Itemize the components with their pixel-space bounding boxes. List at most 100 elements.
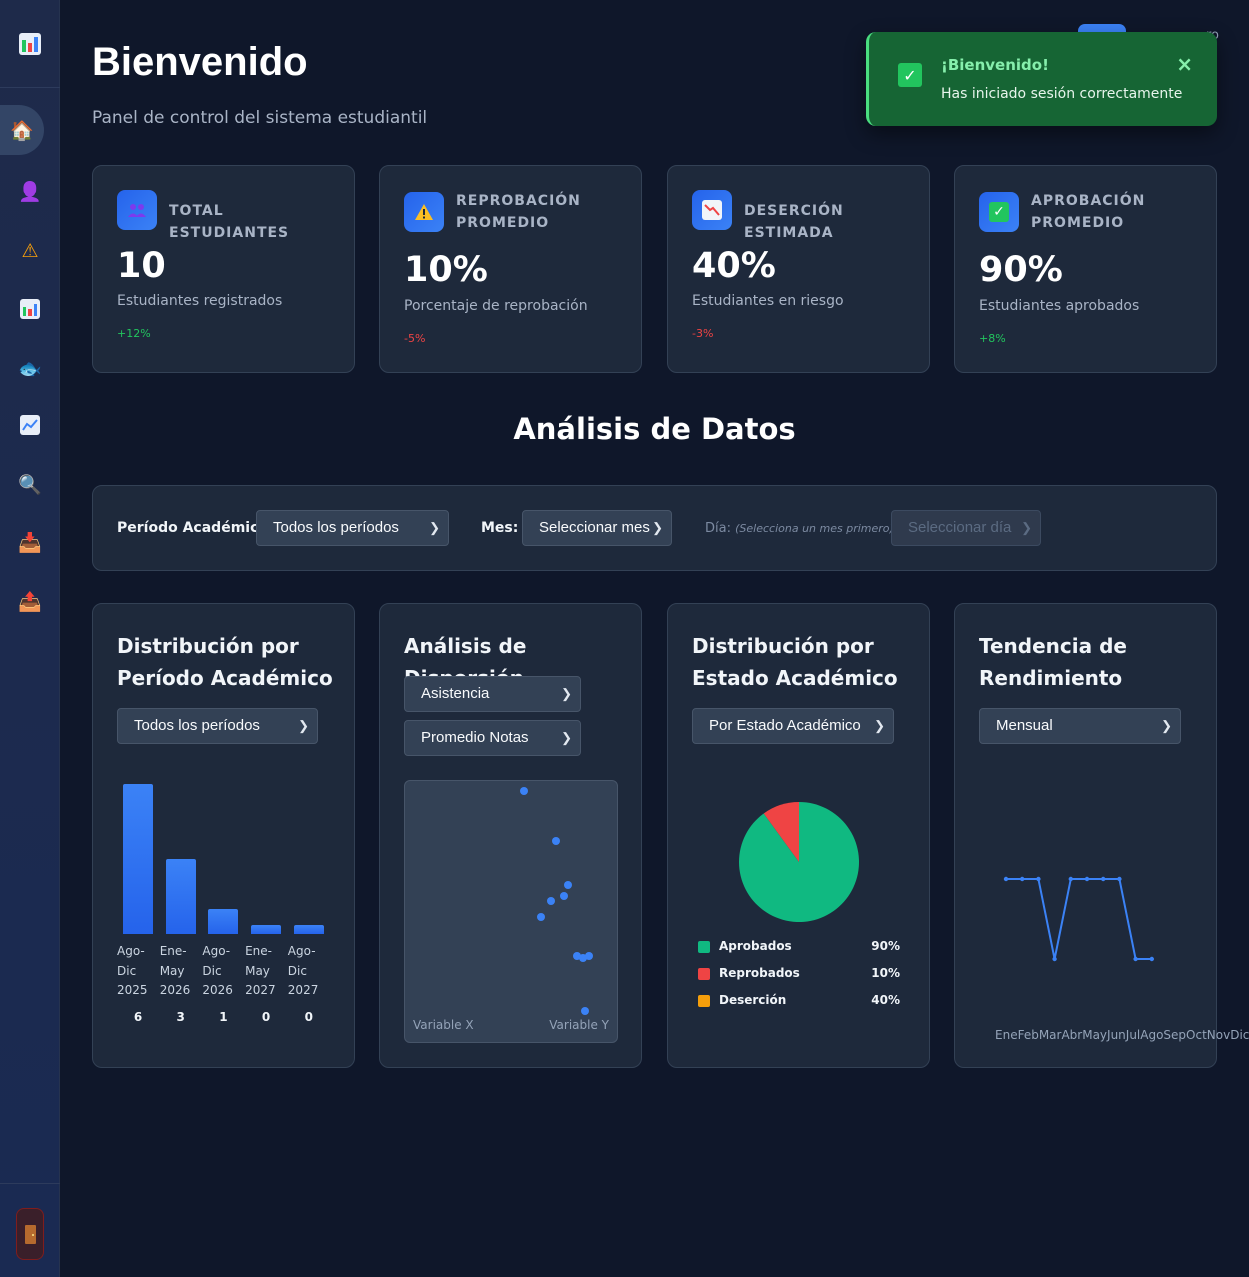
stat-change: -5% — [404, 332, 426, 345]
trend-chart-select[interactable]: Mensual ❯ — [979, 708, 1181, 744]
bar-category-label: Ago- Dic 2025 — [117, 944, 148, 997]
period-distribution-card: Distribución por Período Académico Todos… — [92, 603, 355, 1068]
sidebar-item-trends[interactable] — [0, 400, 60, 450]
check-icon: ✓ — [979, 192, 1019, 232]
scatter-point[interactable] — [551, 837, 560, 846]
scatter-y-select[interactable]: Promedio Notas ❯ — [404, 720, 581, 756]
stat-card-approval: ✓ Aprobación Promedio 90% Estudiantes ap… — [954, 165, 1217, 373]
trend-point[interactable] — [1084, 876, 1090, 882]
bar-category-label: Ene- May 2027 — [245, 944, 276, 997]
app-logo[interactable] — [0, 0, 60, 88]
stat-change: +8% — [979, 332, 1006, 345]
trend-point[interactable] — [1020, 876, 1025, 882]
inbox-out-icon: 📤 — [18, 590, 42, 613]
people-icon — [117, 190, 157, 230]
legend-swatch — [698, 941, 710, 953]
legend-item: Aprobados 90% — [698, 939, 900, 955]
warning-icon — [404, 192, 444, 232]
bar-value-label: 6 — [133, 1010, 143, 1024]
sidebar-item-students[interactable]: 👤 — [0, 166, 60, 216]
trend-line — [1006, 878, 1152, 960]
stat-change: +12% — [117, 327, 151, 340]
stat-description: Estudiantes aprobados — [979, 298, 1140, 314]
month-filter-label: Mes: — [481, 520, 519, 536]
scatter-point[interactable] — [560, 891, 568, 900]
x-axis-label: Variable X — [413, 1018, 474, 1032]
scatter-point[interactable] — [564, 881, 573, 890]
legend-label: Deserción — [719, 993, 787, 1007]
legend-item: Reprobados 10% — [698, 966, 900, 982]
sidebar-item-home[interactable]: 🏠 — [0, 105, 44, 155]
chart-title: Tendencia de Rendimiento — [979, 634, 1127, 690]
stat-value: 10 — [117, 246, 166, 286]
home-icon: 🏠 — [10, 119, 34, 142]
chevron-down-icon: ❯ — [1161, 718, 1172, 733]
trend-point[interactable] — [1052, 956, 1057, 962]
period-filter-select[interactable]: Todos los períodos ❯ — [256, 510, 449, 546]
bar[interactable] — [123, 784, 153, 934]
inbox-in-icon: 📥 — [18, 531, 42, 554]
bar[interactable] — [208, 909, 239, 934]
trend-point[interactable] — [1133, 956, 1138, 962]
period-chart-select[interactable]: Todos los períodos ❯ — [117, 708, 318, 744]
stat-label: Reprobación Promedio — [456, 193, 581, 231]
stat-label: Deserción Estimada — [744, 203, 844, 241]
bar[interactable] — [165, 859, 196, 934]
scatter-point[interactable] — [547, 897, 556, 906]
stat-value: 90% — [979, 250, 1063, 290]
welcome-toast: ✓ ¡Bienvenido! Has iniciado sesión corre… — [866, 32, 1217, 126]
sidebar-item-reports[interactable] — [0, 284, 60, 334]
stat-description: Porcentaje de reprobación — [404, 298, 588, 314]
trend-point[interactable] — [1068, 876, 1073, 882]
pie-chart — [739, 802, 859, 922]
section-title: Análisis de Datos — [513, 412, 796, 446]
day-filter-select[interactable]: Seleccionar día ❯ — [891, 510, 1041, 546]
x-axis-month-labels: EneFebMarAbrMayJunJulAgoSepOctNovDic — [995, 1028, 1249, 1042]
chevron-down-icon: ❯ — [429, 520, 440, 535]
status-distribution-card: Distribución por Estado Académico Por Es… — [667, 603, 930, 1068]
sidebar-item-search[interactable]: 🔍 — [0, 459, 60, 509]
trend-point[interactable] — [1036, 876, 1041, 882]
trend-point[interactable] — [1149, 956, 1154, 962]
sidebar-item-fish[interactable]: 🐟 — [0, 343, 60, 393]
stat-card-failure-rate: Reprobación Promedio 10% Porcentaje de r… — [379, 165, 642, 373]
period-filter-label: Período Académico: — [117, 520, 274, 536]
sidebar: 🏠 👤 ⚠ 🐟 🔍 📥 📤 — [0, 0, 60, 1277]
toast-message: Has iniciado sesión correctamente — [941, 86, 1183, 102]
sidebar-footer — [0, 1183, 60, 1277]
legend-label: Aprobados — [719, 939, 792, 953]
bar[interactable] — [251, 925, 282, 934]
month-filter-select[interactable]: Seleccionar mes ❯ — [522, 510, 672, 546]
trend-card: Tendencia de Rendimiento Mensual ❯ EneFeb… — [954, 603, 1249, 1068]
trend-point[interactable] — [1101, 876, 1106, 882]
status-chart-select[interactable]: Por Estado Académico ❯ — [692, 708, 894, 744]
stat-card-dropout: Deserción Estimada 40% Estudiantes en ri… — [667, 165, 930, 373]
bar-category-label: Ene- May 2026 — [159, 944, 191, 997]
sidebar-item-import[interactable]: 📥 — [0, 517, 60, 567]
bar-chart-icon — [20, 299, 40, 319]
filter-bar: Período Académico: Todos los períodos ❯ M… — [92, 485, 1217, 571]
legend-label: Reprobados — [719, 966, 800, 980]
bar[interactable] — [293, 925, 324, 934]
legend-swatch — [698, 968, 710, 980]
scatter-point[interactable] — [519, 787, 528, 796]
bar-value-label: 0 — [304, 1010, 313, 1024]
bar-value-label: 0 — [261, 1010, 271, 1024]
stat-label: Total Estudiantes — [169, 203, 290, 241]
y-axis-label: Variable Y — [549, 1018, 609, 1032]
scatter-point[interactable] — [536, 912, 545, 921]
chart-title: Distribución por Estado Académico — [692, 634, 898, 690]
scatter-plot-area: Variable X Variable Y — [404, 780, 618, 1043]
close-icon[interactable]: × — [1176, 52, 1193, 76]
legend-swatch — [698, 995, 710, 1007]
sidebar-item-export[interactable]: 📤 — [0, 576, 60, 626]
scatter-point[interactable] — [585, 951, 594, 960]
trend-point[interactable] — [1117, 876, 1122, 882]
trend-point[interactable] — [1003, 876, 1009, 882]
sidebar-item-alerts[interactable]: ⚠ — [0, 226, 60, 276]
scatter-point[interactable] — [581, 1006, 590, 1015]
stat-value: 10% — [404, 250, 488, 290]
legend-value: 10% — [871, 966, 900, 980]
logout-button[interactable] — [16, 1208, 44, 1260]
scatter-x-select[interactable]: Asistencia ❯ — [404, 676, 581, 712]
